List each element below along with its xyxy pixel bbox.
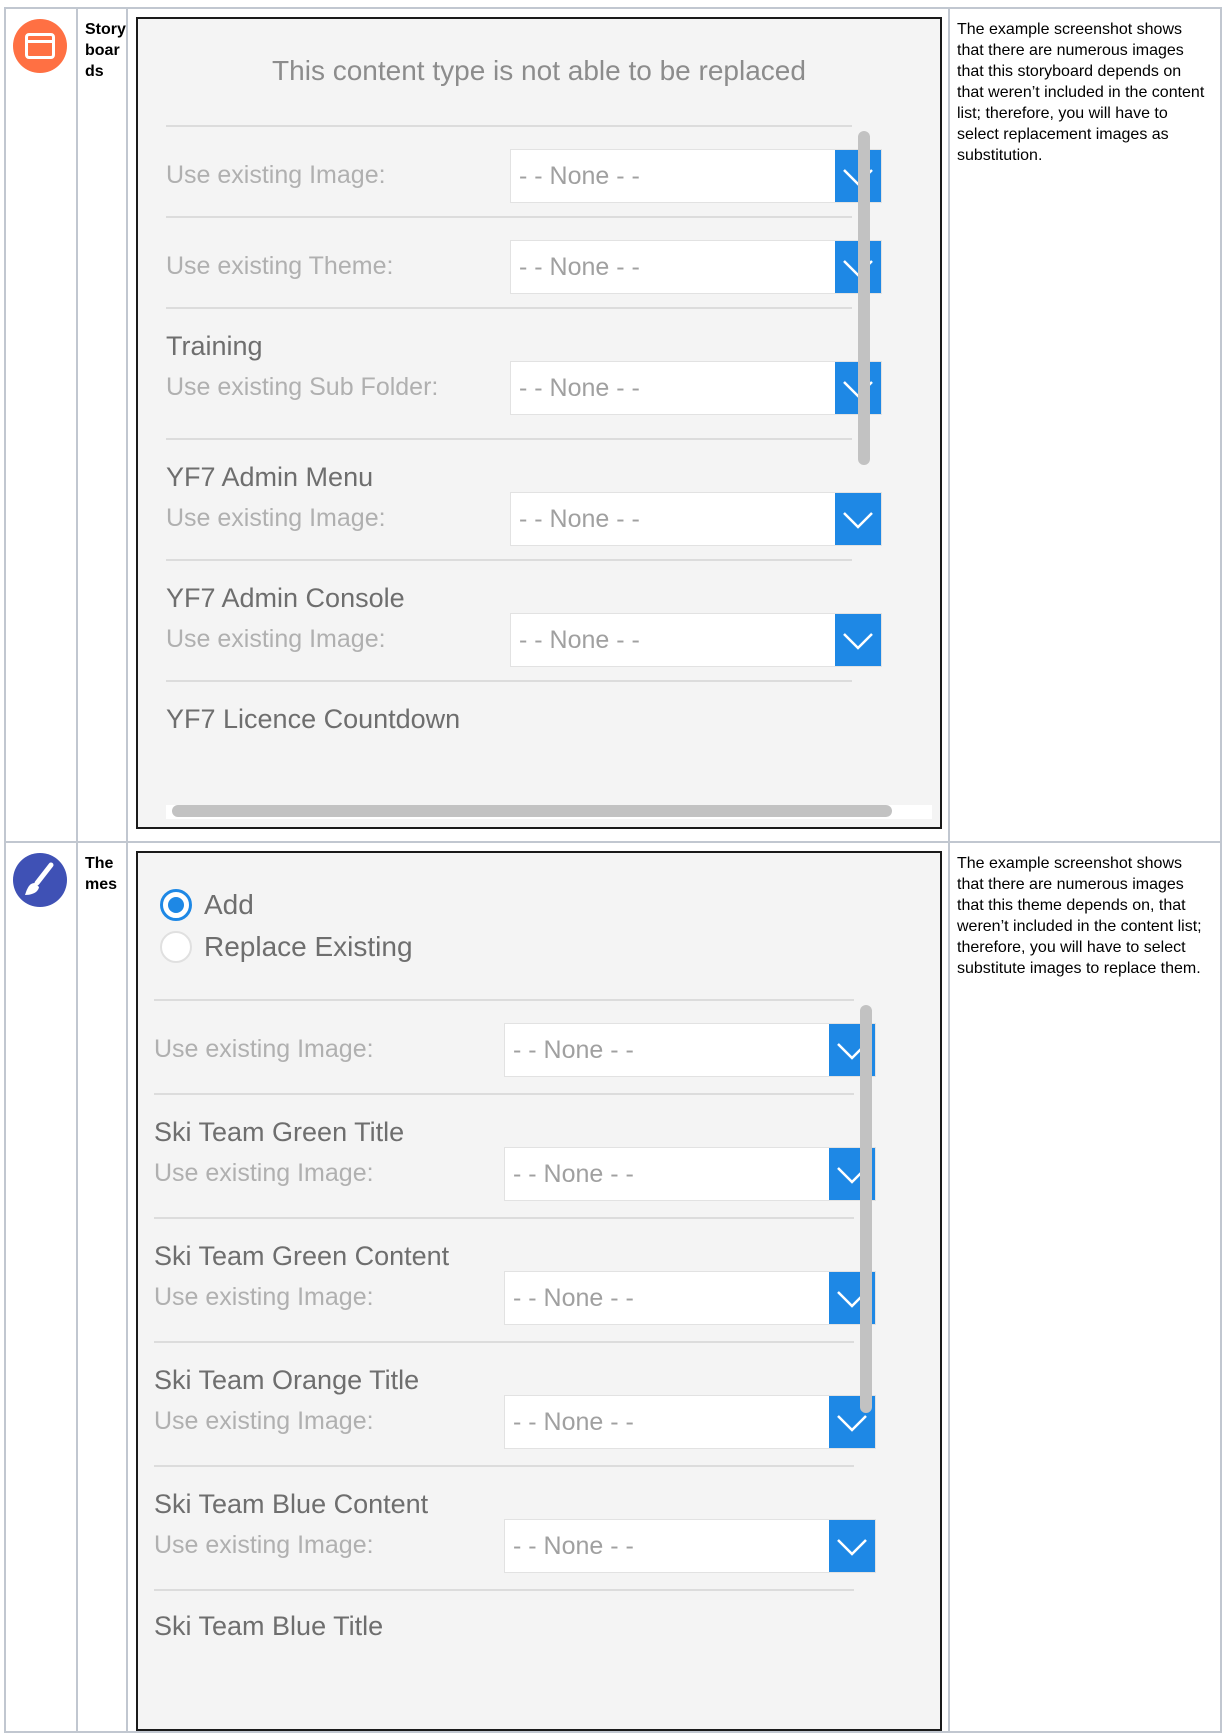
theme-select[interactable]: - - None - -: [510, 240, 882, 294]
radio-unchecked-icon[interactable]: [160, 931, 192, 963]
paintbrush-icon: [13, 853, 67, 907]
image-select[interactable]: - - None - -: [510, 613, 882, 667]
image-select[interactable]: - - None - -: [504, 1395, 876, 1449]
theme-screenshot: Add Replace Existing Use existing Image:…: [136, 851, 942, 1731]
field-label: Use existing Image:: [166, 625, 386, 653]
table-row-themes: Themes Add Replace Existing Use existing…: [4, 841, 1222, 1733]
image-select[interactable]: - - None - -: [504, 1147, 876, 1201]
sub-folder-select[interactable]: - - None - -: [510, 361, 882, 415]
field-label: Use existing Image:: [154, 1159, 374, 1187]
image-select[interactable]: - - None - -: [510, 492, 882, 546]
vertical-scrollbar[interactable]: [860, 1005, 872, 1413]
panel-title: This content type is not able to be repl…: [272, 55, 806, 86]
horizontal-scrollbar[interactable]: [172, 805, 892, 817]
row-name: Themes: [85, 855, 118, 893]
row-description: The example screenshot shows that there …: [957, 855, 1202, 977]
row-name: Storyboards: [85, 21, 126, 80]
content-type-table: Storyboards This content type is not abl…: [4, 7, 1222, 1733]
item-title: Ski Team Orange Title: [154, 1365, 420, 1395]
item-title: Training: [166, 331, 263, 361]
field-label: Use existing Image:: [154, 1531, 374, 1559]
field-label: Use existing Image:: [154, 1283, 374, 1311]
image-select[interactable]: - - None - -: [504, 1271, 876, 1325]
item-title: Ski Team Blue Content: [154, 1489, 429, 1519]
image-select[interactable]: - - None - -: [504, 1023, 876, 1077]
item-title: Ski Team Green Content: [154, 1241, 450, 1271]
item-title: YF7 Admin Console: [166, 583, 405, 613]
field-label: Use existing Image:: [154, 1035, 374, 1063]
storyboard-icon: [13, 19, 67, 73]
vertical-scrollbar[interactable]: [858, 131, 870, 465]
chevron-down-icon[interactable]: [835, 493, 881, 545]
image-select[interactable]: - - None - -: [510, 149, 882, 203]
item-title: Ski Team Blue Title: [154, 1611, 384, 1641]
chevron-down-icon[interactable]: [835, 614, 881, 666]
table-row-storyboards: Storyboards This content type is not abl…: [4, 7, 1222, 843]
item-title: YF7 Admin Menu: [166, 462, 374, 492]
image-select[interactable]: - - None - -: [504, 1519, 876, 1573]
item-title: YF7 Licence Countdown: [166, 704, 461, 734]
radio-checked-icon[interactable]: [160, 889, 192, 921]
storyboard-screenshot: This content type is not able to be repl…: [136, 17, 942, 829]
field-label: Use existing Image:: [166, 161, 386, 189]
item-title: Ski Team Green Title: [154, 1117, 405, 1147]
field-label: Use existing Image:: [154, 1407, 374, 1435]
field-label: Use existing Theme:: [166, 252, 394, 280]
field-label: Use existing Image:: [166, 504, 386, 532]
chevron-down-icon[interactable]: [829, 1520, 875, 1572]
field-label: Use existing Sub Folder:: [166, 373, 439, 401]
radio-add[interactable]: Add: [160, 889, 254, 921]
row-description: The example screenshot shows that there …: [957, 21, 1205, 164]
radio-replace-existing[interactable]: Replace Existing: [160, 931, 413, 963]
